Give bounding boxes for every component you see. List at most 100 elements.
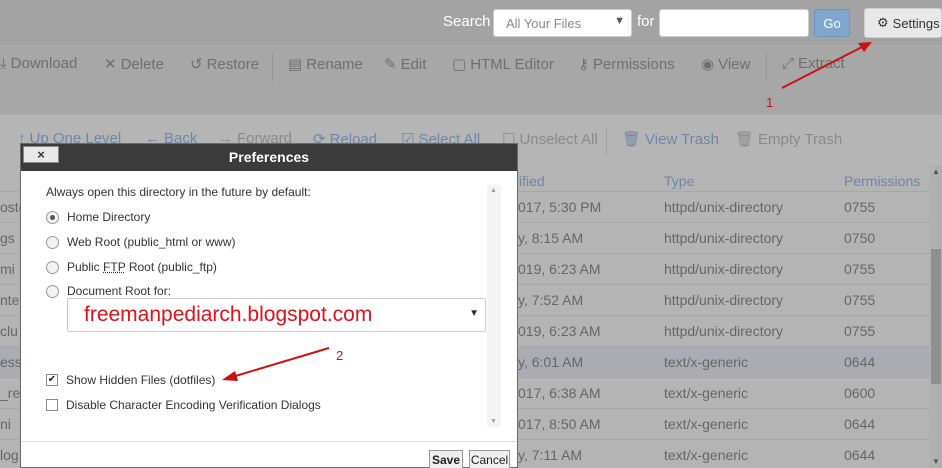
scroll-down-icon[interactable]: ▼ bbox=[490, 418, 497, 425]
file-type: httpd/unix-directory bbox=[664, 199, 784, 215]
rename-button[interactable]: ▤ Rename bbox=[288, 55, 363, 74]
file-permissions: 0644 bbox=[844, 447, 876, 463]
empty-trash-button[interactable]: 🗑 Empty Trash bbox=[735, 130, 843, 149]
search-bar: Search All Your Files ▼ for Go ⚙ Setting… bbox=[0, 0, 942, 45]
scroll-down-icon[interactable]: ▼ bbox=[932, 457, 940, 466]
download-icon: ⤓ bbox=[0, 55, 7, 72]
file-type: httpd/unix-directory bbox=[664, 323, 784, 339]
checkbox-unchecked[interactable] bbox=[46, 399, 58, 411]
file-name: nte bbox=[0, 292, 20, 308]
file-permissions: 0644 bbox=[844, 416, 876, 432]
search-scope-value: All Your Files bbox=[506, 16, 582, 31]
document-root-select[interactable]: freemanpediarch.blogspot.com ▼ bbox=[67, 298, 486, 332]
file-type: httpd/unix-directory bbox=[664, 292, 784, 308]
radio-selected[interactable] bbox=[46, 210, 59, 224]
public-ftp-root-label: Public FTP Root (public_ftp) bbox=[67, 260, 217, 274]
permissions-label: Permissions bbox=[593, 55, 675, 73]
file-name: clu bbox=[0, 323, 18, 339]
home-directory-label: Home Directory bbox=[67, 210, 151, 224]
delete-button[interactable]: ✕ Delete bbox=[104, 55, 164, 74]
html-editor-label: HTML Editor bbox=[470, 55, 554, 73]
restore-icon: ↺ bbox=[190, 56, 203, 73]
download-button[interactable]: ⤓ Download bbox=[0, 55, 77, 72]
file-modified: y, 7:52 AM bbox=[518, 292, 584, 308]
settings-label: Settings bbox=[892, 15, 940, 31]
file-name: gs bbox=[0, 230, 15, 246]
document-root-option[interactable]: Document Root for: bbox=[46, 284, 171, 298]
disable-encoding-dialogs-option[interactable]: Disable Character Encoding Verification … bbox=[46, 398, 321, 412]
preferences-dialog: × Preferences Always open this directory… bbox=[20, 143, 518, 468]
gear-icon: ⚙ bbox=[877, 15, 889, 30]
web-root-option[interactable]: Web Root (public_html or www) bbox=[46, 235, 236, 249]
rename-label: Rename bbox=[306, 55, 363, 73]
file-permissions: 0600 bbox=[844, 385, 876, 401]
radio-unselected[interactable] bbox=[46, 260, 59, 274]
file-permissions: 0644 bbox=[844, 354, 876, 370]
download-label: Download bbox=[10, 55, 78, 72]
settings-button[interactable]: ⚙ Settings bbox=[864, 8, 942, 38]
file-permissions: 0755 bbox=[844, 323, 876, 339]
file-type: text/x-generic bbox=[664, 416, 749, 432]
column-header-modified[interactable]: ified bbox=[519, 173, 545, 189]
html-editor-icon: ▢ bbox=[452, 56, 467, 73]
view-trash-label: View Trash bbox=[645, 130, 719, 148]
dialog-scrollbar[interactable]: ▲ ▼ bbox=[487, 185, 501, 427]
checkbox-checked[interactable]: ✔ bbox=[46, 374, 58, 386]
show-hidden-files-option[interactable]: ✔ Show Hidden Files (dotfiles) bbox=[46, 373, 215, 387]
cancel-button[interactable]: Cancel bbox=[469, 450, 510, 468]
html-editor-button[interactable]: ▢ HTML Editor bbox=[452, 55, 554, 74]
edit-label: Edit bbox=[400, 55, 427, 73]
file-permissions: 0750 bbox=[844, 230, 876, 246]
scrollbar-thumb[interactable] bbox=[931, 249, 941, 384]
rename-icon: ▤ bbox=[288, 56, 303, 73]
annotation-number: 1 bbox=[766, 95, 774, 110]
view-button[interactable]: ◉ View bbox=[701, 55, 750, 74]
file-name: log bbox=[0, 447, 19, 463]
restore-button[interactable]: ↺ Restore bbox=[190, 55, 259, 74]
eye-icon: ◉ bbox=[701, 56, 715, 73]
dialog-title: Preferences bbox=[228, 149, 310, 165]
file-toolbar: ⤓ Download ✕ Delete ↺ Restore ▤ Rename ✎ Edit… bbox=[0, 45, 942, 115]
file-permissions: 0755 bbox=[844, 199, 876, 215]
home-directory-option[interactable]: Home Directory bbox=[46, 210, 150, 224]
document-root-label: Document Root for: bbox=[67, 284, 172, 298]
file-modified: 017, 6:38 AM bbox=[518, 385, 601, 401]
delete-icon: ✕ bbox=[104, 56, 117, 73]
trash-icon: 🗑 bbox=[622, 131, 642, 148]
search-label: Search bbox=[443, 13, 491, 30]
go-button[interactable]: Go bbox=[814, 9, 850, 37]
toolbar-divider bbox=[766, 53, 767, 81]
extract-button[interactable]: ⤢ Extract bbox=[782, 55, 845, 72]
edit-button[interactable]: ✎ Edit bbox=[384, 55, 427, 74]
dialog-titlebar: × Preferences bbox=[21, 144, 517, 171]
edit-icon: ✎ bbox=[384, 56, 397, 73]
table-scrollbar[interactable]: ▲ ▼ bbox=[930, 165, 942, 468]
file-name: mi bbox=[0, 261, 15, 277]
scroll-up-icon[interactable]: ▲ bbox=[932, 167, 940, 176]
permissions-button[interactable]: ⚷ Permissions bbox=[578, 55, 675, 74]
delete-label: Delete bbox=[120, 55, 164, 73]
dialog-body: Always open this directory in the future… bbox=[21, 171, 517, 441]
web-root-label: Web Root (public_html or www) bbox=[67, 235, 236, 249]
disable-encoding-dialogs-label: Disable Character Encoding Verification … bbox=[66, 398, 321, 412]
extract-label: Extract bbox=[798, 55, 845, 72]
column-header-permissions[interactable]: Permissions bbox=[844, 173, 920, 189]
file-modified: y, 6:01 AM bbox=[518, 354, 584, 370]
scroll-up-icon[interactable]: ▲ bbox=[490, 187, 497, 194]
file-permissions: 0755 bbox=[844, 261, 876, 277]
annotation-number: 2 bbox=[336, 348, 344, 363]
radio-unselected[interactable] bbox=[46, 235, 59, 249]
file-type: text/x-generic bbox=[664, 354, 749, 370]
view-trash-button[interactable]: 🗑 View Trash bbox=[622, 130, 719, 149]
save-button[interactable]: Save bbox=[429, 450, 463, 468]
radio-unselected[interactable] bbox=[46, 284, 59, 298]
search-input[interactable] bbox=[659, 9, 809, 37]
ftp-prefix: Public bbox=[67, 260, 104, 274]
empty-trash-label: Empty Trash bbox=[758, 130, 843, 148]
chevron-down-icon: ▼ bbox=[614, 15, 625, 27]
search-scope-select[interactable]: All Your Files ▼ bbox=[493, 9, 632, 37]
column-header-type[interactable]: Type bbox=[664, 173, 694, 189]
default-directory-prompt: Always open this directory in the future… bbox=[46, 185, 311, 199]
public-ftp-root-option[interactable]: Public FTP Root (public_ftp) bbox=[46, 260, 217, 274]
trash-icon: 🗑 bbox=[735, 131, 755, 148]
